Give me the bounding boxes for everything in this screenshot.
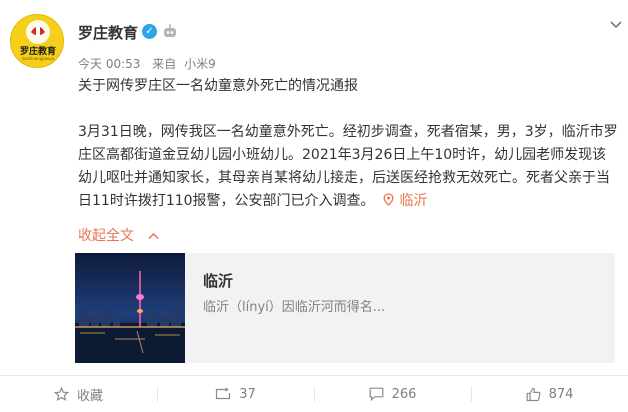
repost-button[interactable]: 37 xyxy=(157,378,314,410)
post-title-line: 关于网传罗庄区一名幼童意外死亡的情况通报 xyxy=(78,78,358,94)
post-source[interactable]: 小米9 xyxy=(184,57,216,71)
collapse-label: 收起全文 xyxy=(78,228,134,244)
location-label: 临沂 xyxy=(399,193,428,209)
link-card[interactable]: 临沂 临沂（línyí）因临沂河而得名... xyxy=(75,253,615,363)
chevron-down-icon[interactable] xyxy=(610,20,622,30)
favorite-label: 收藏 xyxy=(76,388,103,404)
author-name[interactable]: 罗庄教育 xyxy=(78,22,138,43)
post-content: 关于网传罗庄区一名幼童意外死亡的情况通报 3月31日晚，网传我区一名幼童意外死亡… xyxy=(78,75,618,213)
post-meta: 今天 00:53 来自 小米9 xyxy=(78,55,224,72)
card-thumbnail xyxy=(75,253,185,363)
comment-icon xyxy=(369,387,383,401)
card-description: 临沂（línyí）因临沂河而得名... xyxy=(203,300,386,315)
robot-icon xyxy=(164,24,176,37)
chevron-up-icon xyxy=(148,232,159,240)
post-body: 3月31日晚，网传我区一名幼童意外死亡。经初步调查，死者宿某，男，3岁，临沂市罗… xyxy=(78,121,618,213)
comment-count: 266 xyxy=(391,386,417,402)
post-body-text: 3月31日晚，网传我区一名幼童意外死亡。经初步调查，死者宿某，男，3岁，临沂市罗… xyxy=(78,124,618,209)
repost-icon xyxy=(216,387,231,400)
location-link[interactable]: 临沂 xyxy=(383,190,428,213)
location-pin-icon xyxy=(383,193,393,206)
favorite-button[interactable]: 收藏 xyxy=(0,378,157,410)
star-icon xyxy=(53,386,69,401)
thumbs-up-icon xyxy=(526,387,541,401)
source-prefix: 来自 xyxy=(152,57,177,71)
action-divider xyxy=(0,375,628,376)
like-count: 874 xyxy=(548,386,574,402)
post-time[interactable]: 今天 00:53 xyxy=(78,57,140,71)
comment-button[interactable]: 266 xyxy=(314,378,471,410)
avatar[interactable]: 罗庄教育 luozhuangjiaoyu xyxy=(10,14,64,68)
repost-count: 37 xyxy=(239,386,256,402)
like-button[interactable]: 874 xyxy=(471,378,628,410)
verified-icon: ✓ xyxy=(142,24,157,39)
collapse-button[interactable]: 收起全文 xyxy=(78,225,159,245)
card-title: 临沂 xyxy=(203,272,234,290)
avatar-subtext: luozhuangjiaoyu xyxy=(21,56,55,61)
